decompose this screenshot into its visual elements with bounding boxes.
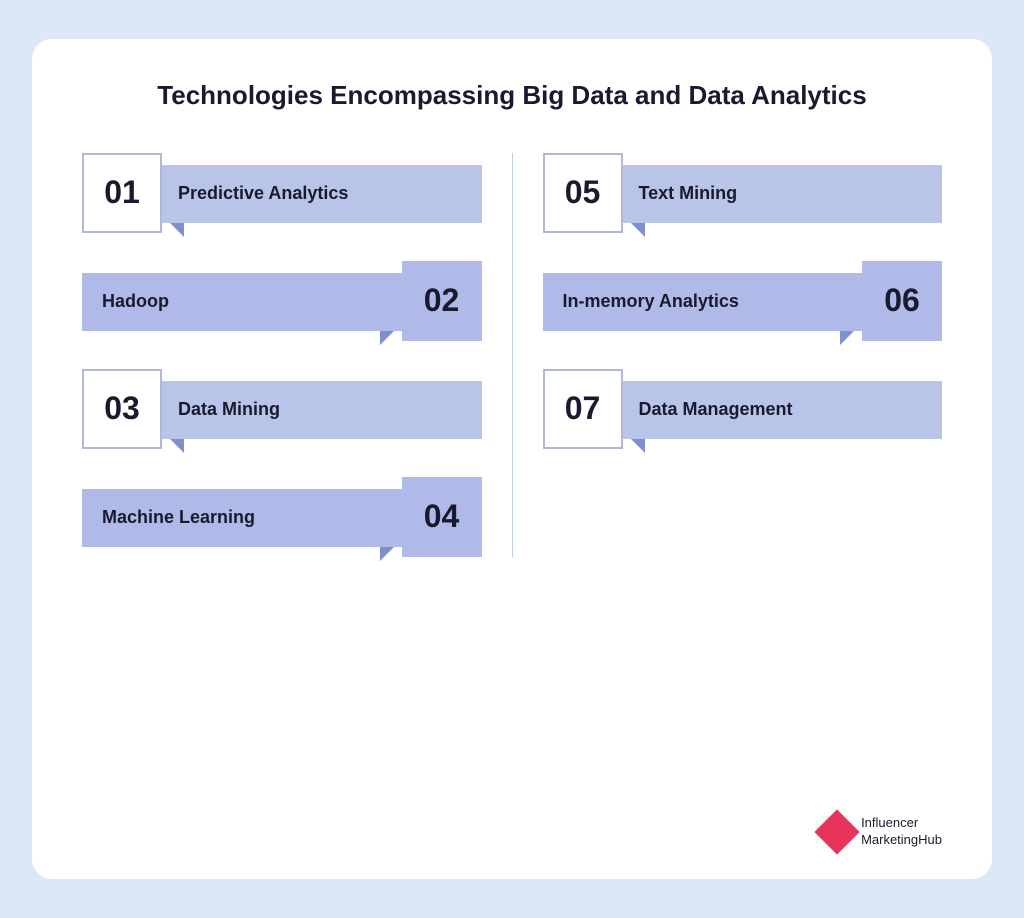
item-number: 06 (862, 261, 942, 341)
list-item: Machine Learning 04 (82, 477, 482, 557)
item-label: Data Management (619, 381, 943, 439)
item-number: 04 (402, 477, 482, 557)
list-item: 05 Text Mining (543, 153, 943, 233)
item-label: Text Mining (619, 165, 943, 223)
item-label: Predictive Analytics (158, 165, 482, 223)
item-number: 02 (402, 261, 482, 341)
logo-diamond-icon (814, 809, 859, 854)
item-number: 05 (543, 153, 623, 233)
right-column: 05 Text Mining In-memory Analytics 06 07… (513, 153, 943, 557)
main-card: Technologies Encompassing Big Data and D… (32, 39, 992, 879)
logo-text: Influencer MarketingHub (861, 815, 942, 849)
item-number: 07 (543, 369, 623, 449)
list-item: 07 Data Management (543, 369, 943, 449)
list-item: In-memory Analytics 06 (543, 261, 943, 341)
item-label: Hadoop (82, 273, 406, 331)
logo-line2: MarketingHub (861, 832, 942, 847)
item-number: 03 (82, 369, 162, 449)
content-area: 01 Predictive Analytics Hadoop 02 03 Dat… (82, 153, 942, 557)
left-column: 01 Predictive Analytics Hadoop 02 03 Dat… (82, 153, 513, 557)
page-title: Technologies Encompassing Big Data and D… (82, 79, 942, 113)
item-label: Machine Learning (82, 489, 406, 547)
item-number: 01 (82, 153, 162, 233)
item-label: In-memory Analytics (543, 273, 867, 331)
item-label: Data Mining (158, 381, 482, 439)
list-item: 01 Predictive Analytics (82, 153, 482, 233)
logo-line1: Influencer (861, 815, 918, 830)
list-item: 03 Data Mining (82, 369, 482, 449)
list-item: Hadoop 02 (82, 261, 482, 341)
logo: Influencer MarketingHub (821, 815, 942, 849)
